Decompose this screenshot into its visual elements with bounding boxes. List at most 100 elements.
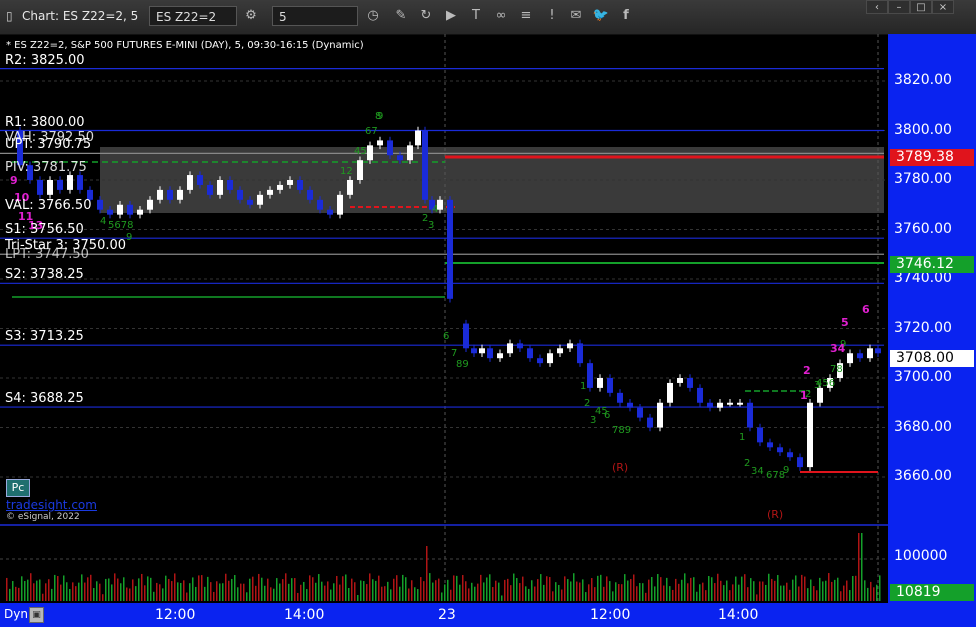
candle-body bbox=[777, 447, 783, 453]
volume-bar bbox=[762, 581, 764, 601]
candle-body bbox=[577, 343, 583, 364]
candle-body bbox=[787, 452, 793, 458]
candle-body bbox=[479, 348, 485, 354]
volume-bar bbox=[288, 583, 290, 601]
volume-bar bbox=[27, 579, 29, 601]
candle-body bbox=[387, 140, 393, 156]
volume-bar bbox=[624, 574, 626, 601]
volume-bar bbox=[567, 579, 569, 601]
lock-icon[interactable]: ▣ bbox=[29, 607, 44, 623]
volume-bar bbox=[702, 582, 704, 601]
candle-body bbox=[527, 348, 533, 359]
candle-body bbox=[727, 402, 733, 405]
candle-body bbox=[463, 323, 469, 349]
twitter-icon[interactable]: 🐦 bbox=[592, 7, 610, 25]
volume-bar bbox=[366, 584, 368, 601]
time-label-1200-a: 12:00 bbox=[155, 607, 196, 623]
volume-bar bbox=[804, 576, 806, 601]
volume-bar bbox=[339, 584, 341, 601]
volume-bar bbox=[255, 585, 257, 601]
settings-icon[interactable]: ⚙ bbox=[242, 7, 260, 25]
restore-button[interactable]: ‹ bbox=[866, 0, 888, 14]
minimize-button[interactable]: – bbox=[888, 0, 910, 14]
dyn-label[interactable]: Dyn bbox=[4, 607, 28, 621]
pencil-icon[interactable]: ✎ bbox=[392, 7, 410, 25]
volume-bar bbox=[813, 586, 815, 601]
volume-bar bbox=[438, 578, 440, 601]
volume-bar bbox=[342, 576, 344, 601]
svg-text:7: 7 bbox=[451, 348, 457, 359]
volume-bar bbox=[219, 583, 221, 601]
volume-bar bbox=[78, 582, 80, 601]
volume-bar bbox=[552, 591, 554, 601]
link-icon[interactable]: ∞ bbox=[492, 7, 510, 25]
candle-body bbox=[747, 402, 753, 428]
alert-icon[interactable]: ! bbox=[543, 7, 561, 25]
volume-bar bbox=[384, 586, 386, 601]
candle-body bbox=[757, 427, 763, 443]
volume-bar bbox=[780, 585, 782, 601]
price-chart: 89 6745 124 56789 243 6789 1245 3 6789 12… bbox=[0, 34, 888, 603]
price-tag: 3789.38 bbox=[890, 148, 974, 166]
volume-bar bbox=[114, 573, 116, 601]
candle-body bbox=[367, 145, 373, 161]
candle-body bbox=[857, 353, 863, 359]
volume-bar bbox=[648, 579, 650, 601]
maximize-button[interactable]: □ bbox=[910, 0, 932, 14]
svg-text:5: 5 bbox=[841, 316, 849, 329]
candle-body bbox=[637, 407, 643, 418]
volume-bar bbox=[363, 581, 365, 601]
price-axis[interactable]: 3820.00 3800.00 3780.00 3760.00 3740.00 3720.… bbox=[888, 34, 976, 603]
clock-icon[interactable]: ◷ bbox=[364, 7, 382, 25]
candle-body bbox=[167, 189, 173, 200]
volume-bar bbox=[390, 589, 392, 601]
volume-bar bbox=[375, 580, 377, 601]
chart-header: * ES Z22=2, S&P 500 FUTURES E-MINI (DAY)… bbox=[6, 40, 364, 51]
refresh-icon[interactable]: ↻ bbox=[417, 7, 435, 25]
volume-bar bbox=[603, 586, 605, 601]
volume-bar bbox=[828, 573, 830, 601]
volume-bar bbox=[816, 590, 818, 601]
volume-bar bbox=[372, 579, 374, 601]
volume-bar bbox=[807, 588, 809, 601]
time-axis[interactable]: Dyn ▣ 12:00 14:00 23 12:00 14:00 bbox=[0, 603, 976, 627]
volume-bar bbox=[732, 584, 734, 601]
facebook-icon[interactable]: f bbox=[617, 7, 635, 25]
volume-bar bbox=[612, 591, 614, 601]
volume-bar bbox=[759, 581, 761, 601]
volume-bar bbox=[723, 585, 725, 601]
volume-last-value: 10819 bbox=[896, 584, 941, 600]
volume-bar bbox=[408, 588, 410, 601]
candle-body bbox=[317, 199, 323, 210]
sliders-icon[interactable]: ≡ bbox=[517, 7, 535, 25]
volume-bar bbox=[102, 594, 104, 601]
volume-bar bbox=[87, 577, 89, 601]
volume-bar bbox=[51, 588, 53, 601]
play-icon[interactable]: ▶ bbox=[442, 7, 460, 25]
pc-badge[interactable]: Pc bbox=[6, 479, 30, 497]
volume-bar bbox=[717, 573, 719, 601]
tradesight-link[interactable]: tradesight.com bbox=[6, 498, 97, 512]
volume-bar bbox=[441, 592, 443, 601]
level-label: S3: 3713.25 bbox=[5, 329, 84, 345]
chart-area[interactable]: 89 67 45 12 4 5678 9 243 6 7 89 1 2 45 3 6 789 12… bbox=[0, 34, 888, 603]
interval-value: 5 bbox=[279, 10, 287, 24]
interval-input[interactable]: 5 bbox=[272, 6, 358, 26]
candle-body bbox=[587, 363, 593, 388]
candle-body bbox=[617, 392, 623, 403]
close-button[interactable]: × bbox=[932, 0, 954, 14]
volume-bar bbox=[684, 573, 686, 601]
symbol-input[interactable]: ES Z22=2 bbox=[149, 6, 237, 26]
volume-bar bbox=[822, 581, 824, 601]
volume-bar bbox=[753, 581, 755, 601]
candle-body bbox=[187, 175, 193, 190]
volume-bar bbox=[318, 574, 320, 601]
volume-bar bbox=[861, 533, 863, 601]
volume-bar bbox=[801, 574, 803, 601]
candle-body bbox=[447, 199, 453, 299]
message-icon[interactable]: ✉ bbox=[567, 7, 585, 25]
volume-bar bbox=[690, 577, 692, 601]
svg-text:6: 6 bbox=[862, 303, 870, 316]
volume-bar bbox=[870, 581, 872, 601]
text-icon[interactable]: T bbox=[467, 7, 485, 25]
